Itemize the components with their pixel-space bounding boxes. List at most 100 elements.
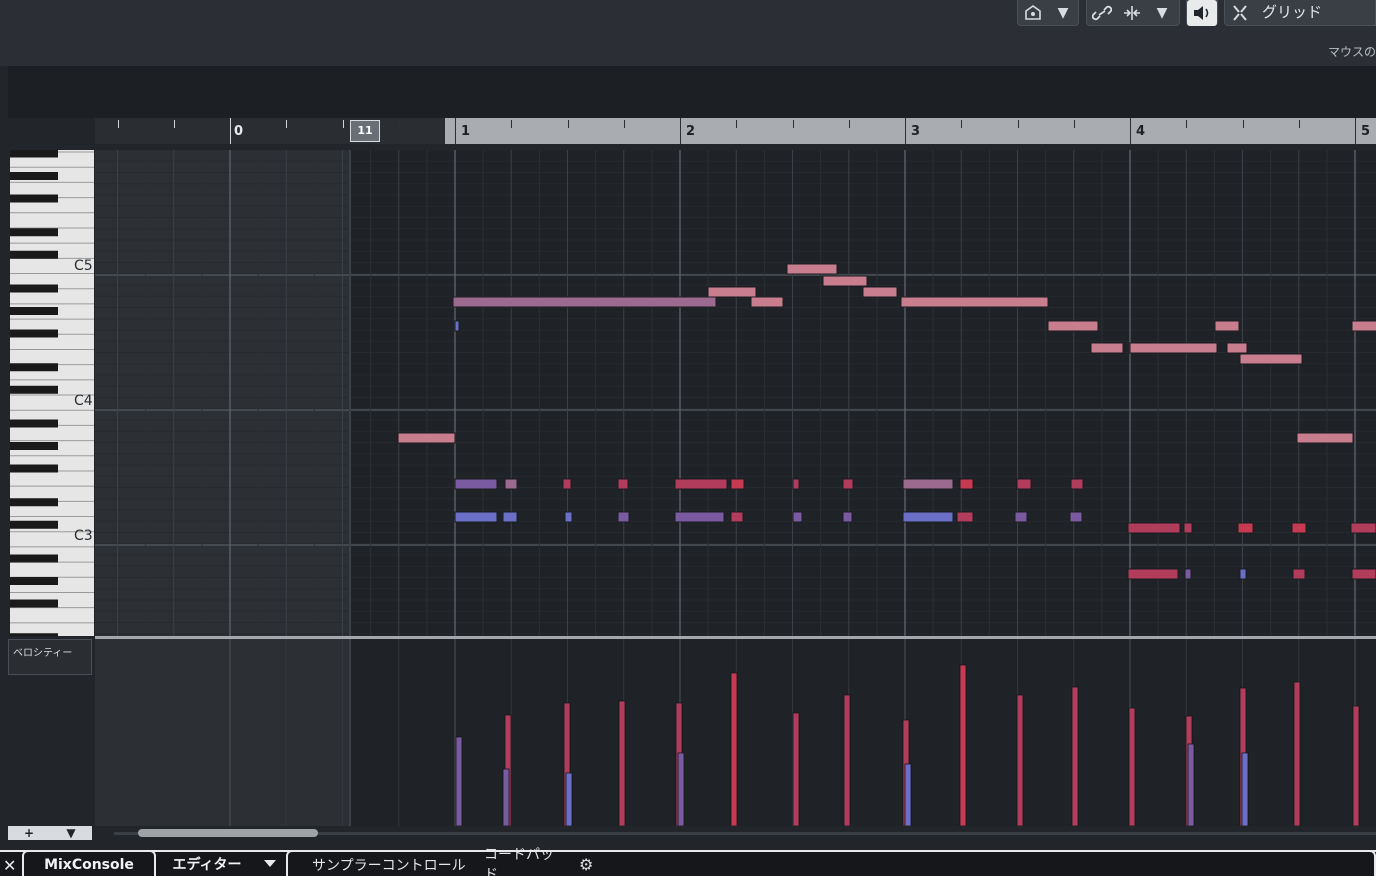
velocity-bar[interactable]: [1016, 694, 1024, 826]
tab-chord-pads[interactable]: コードパッド: [484, 847, 554, 876]
black-key[interactable]: [10, 498, 58, 507]
midi-note[interactable]: [674, 478, 728, 490]
automation-dropdown-button[interactable]: ▼: [1048, 0, 1078, 26]
grid-type-select[interactable]: グリッド: [1262, 1, 1322, 22]
midi-note[interactable]: [1237, 522, 1254, 534]
midi-note[interactable]: [842, 478, 854, 490]
velocity-bar[interactable]: [730, 672, 738, 826]
black-key[interactable]: [10, 633, 58, 642]
velocity-bar[interactable]: [1187, 743, 1195, 826]
gear-icon[interactable]: ⚙: [579, 855, 593, 874]
add-lane-button[interactable]: +: [8, 826, 50, 840]
black-key[interactable]: [10, 577, 58, 585]
black-key[interactable]: [10, 363, 58, 372]
velocity-bar[interactable]: [677, 752, 685, 826]
midi-note[interactable]: [1239, 568, 1247, 580]
midi-note[interactable]: [900, 296, 1049, 308]
velocity-bar[interactable]: [904, 763, 912, 826]
tab-sampler-control[interactable]: サンプラーコントロール: [312, 855, 466, 875]
velocity-bar[interactable]: [792, 712, 800, 826]
black-key[interactable]: [10, 228, 58, 237]
midi-note[interactable]: [1214, 320, 1240, 332]
midi-note[interactable]: [1127, 522, 1181, 534]
midi-note[interactable]: [792, 511, 803, 523]
midi-note[interactable]: [1351, 320, 1376, 332]
midi-note[interactable]: [1184, 568, 1192, 580]
black-key[interactable]: [10, 599, 58, 608]
black-key[interactable]: [10, 172, 58, 180]
midi-note[interactable]: [902, 511, 954, 523]
velocity-bar[interactable]: [502, 768, 510, 826]
black-key[interactable]: [10, 385, 58, 394]
midi-note[interactable]: [564, 511, 573, 523]
midi-note[interactable]: [504, 478, 518, 490]
midi-note[interactable]: [707, 286, 757, 298]
velocity-bar[interactable]: [1071, 686, 1079, 826]
midi-note[interactable]: [730, 511, 744, 523]
tab-editor[interactable]: エディター: [160, 850, 254, 876]
midi-note[interactable]: [822, 275, 868, 287]
midi-note[interactable]: [617, 478, 629, 490]
speaker-icon[interactable]: [1187, 0, 1217, 26]
midi-note[interactable]: [562, 478, 572, 490]
midi-note[interactable]: [1070, 478, 1084, 490]
midi-note[interactable]: [1047, 320, 1099, 332]
midi-note[interactable]: [502, 511, 518, 523]
midi-note[interactable]: [902, 478, 954, 490]
midi-note[interactable]: [674, 511, 725, 523]
midi-note[interactable]: [786, 263, 838, 275]
midi-note[interactable]: [1350, 522, 1376, 534]
black-key[interactable]: [10, 520, 58, 529]
left-locator-marker[interactable]: 11: [350, 120, 380, 142]
black-key[interactable]: [10, 464, 58, 473]
midi-note[interactable]: [617, 511, 630, 523]
midi-note[interactable]: [1069, 511, 1083, 523]
velocity-bar[interactable]: [959, 664, 967, 826]
velocity-lane[interactable]: [95, 639, 1376, 826]
velocity-bar[interactable]: [565, 772, 573, 826]
lane-menu-button[interactable]: ▼: [50, 826, 92, 840]
black-key[interactable]: [10, 442, 58, 450]
midi-note[interactable]: [1226, 342, 1248, 354]
midi-note[interactable]: [1016, 478, 1032, 490]
link-dropdown-button[interactable]: ▼: [1147, 0, 1177, 26]
midi-note[interactable]: [1292, 568, 1306, 580]
midi-note[interactable]: [1127, 568, 1179, 580]
midi-note[interactable]: [454, 320, 460, 332]
black-key[interactable]: [10, 194, 58, 203]
midi-note[interactable]: [1239, 353, 1303, 365]
velocity-bars[interactable]: [95, 639, 1376, 826]
midi-note[interactable]: [1183, 522, 1193, 534]
velocity-bar[interactable]: [618, 700, 626, 826]
note-grid[interactable]: [95, 150, 1376, 636]
piano-keyboard[interactable]: C5 C4 C3: [10, 149, 94, 642]
black-key[interactable]: [10, 250, 58, 259]
velocity-bar[interactable]: [455, 736, 463, 826]
velocity-bar[interactable]: [1293, 681, 1301, 826]
midi-note[interactable]: [956, 511, 974, 523]
velocity-bar[interactable]: [1128, 707, 1136, 826]
black-key[interactable]: [10, 307, 58, 315]
close-icon[interactable]: ✕: [3, 856, 16, 875]
midi-note[interactable]: [750, 296, 784, 308]
note-display[interactable]: [95, 150, 1376, 636]
midi-note[interactable]: [792, 478, 800, 490]
midi-note[interactable]: [1129, 342, 1218, 354]
tab-mixconsole[interactable]: MixConsole: [22, 850, 156, 876]
editor-dropdown-icon[interactable]: [264, 860, 276, 867]
black-key[interactable]: [10, 149, 58, 158]
midi-note[interactable]: [862, 286, 898, 298]
midi-note[interactable]: [730, 478, 745, 490]
black-key[interactable]: [10, 554, 58, 563]
midi-note[interactable]: [1291, 522, 1307, 534]
velocity-bar[interactable]: [1241, 752, 1249, 826]
automation-icon[interactable]: [1018, 0, 1048, 26]
split-icon[interactable]: [1117, 0, 1147, 26]
midi-note[interactable]: [959, 478, 974, 490]
midi-note[interactable]: [1351, 568, 1376, 580]
midi-note[interactable]: [1296, 432, 1354, 444]
midi-note[interactable]: [397, 432, 456, 444]
velocity-bar[interactable]: [843, 694, 851, 826]
velocity-lane-selector[interactable]: ベロシティー: [8, 639, 92, 675]
ruler[interactable]: 0 1 2 3 4 5 11: [95, 118, 1376, 144]
